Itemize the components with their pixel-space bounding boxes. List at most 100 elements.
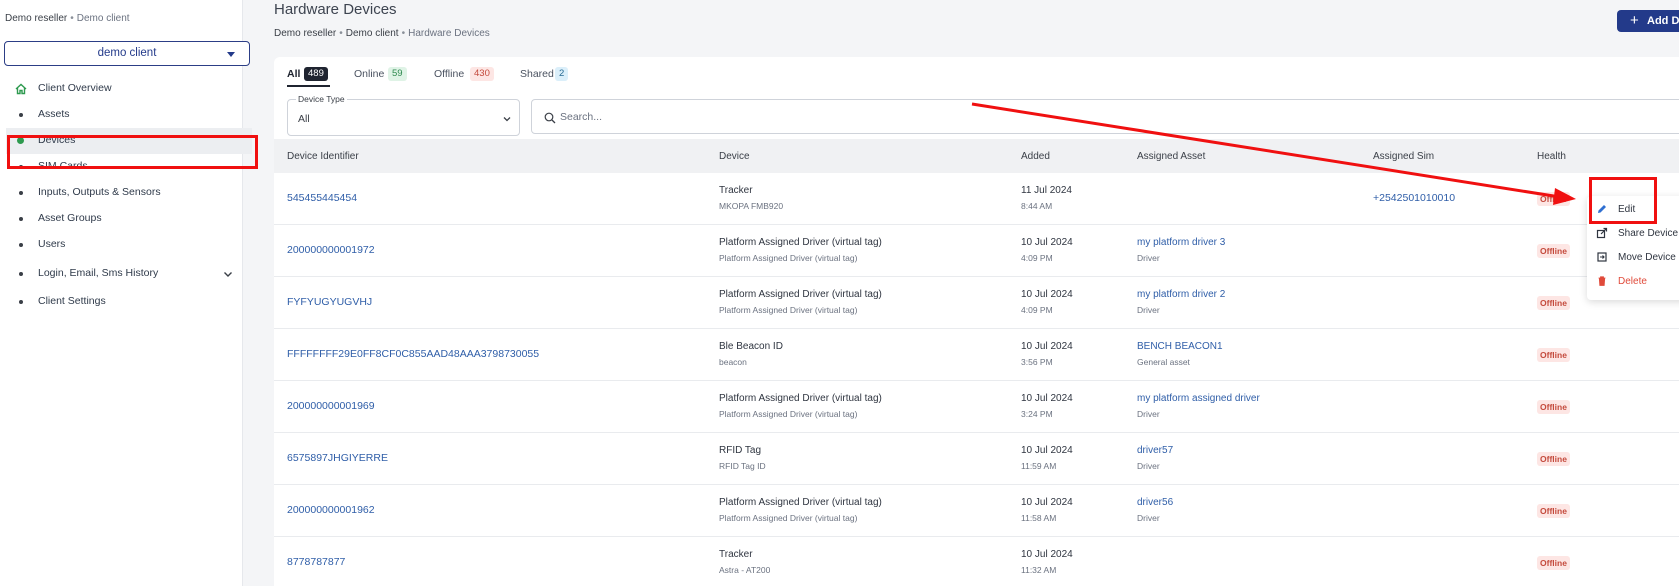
assigned-asset-link[interactable]: driver56 (1137, 497, 1173, 508)
sidebar-item-client-overview[interactable]: Client Overview (6, 76, 252, 102)
added-date: 10 Jul 2024 (1021, 497, 1073, 508)
menu-item-edit[interactable]: Edit (1587, 199, 1679, 221)
status-badge: Offline (1537, 556, 1570, 570)
breadcrumb-reseller[interactable]: Demo reseller (5, 13, 67, 24)
tab-offline[interactable]: Offline 430 (434, 65, 496, 83)
table-row[interactable]: 200000000001972 Platform Assigned Driver … (274, 225, 1679, 277)
breadcrumb-current: Hardware Devices (408, 28, 490, 39)
assigned-asset-link[interactable]: my platform driver 2 (1137, 289, 1225, 300)
tab-label: Shared (520, 68, 554, 80)
added-cell: 10 Jul 2024 11:59 AM (1021, 445, 1073, 471)
sidebar-item-label: Inputs, Outputs & Sensors (38, 186, 161, 198)
device-type-label: Device Type (296, 94, 347, 104)
tab-count-badge: 2 (555, 67, 569, 81)
breadcrumb-client[interactable]: Demo client (346, 28, 399, 39)
sidebar-item-assets[interactable]: Assets (6, 102, 252, 128)
status-badge: Offline (1537, 348, 1570, 362)
column-header-added[interactable]: Added (1021, 151, 1050, 162)
table-row[interactable]: 8778787877 Tracker Astra - AT200 10 Jul 202… (274, 537, 1679, 586)
column-header-assigned-asset[interactable]: Assigned Asset (1137, 151, 1205, 162)
device-type-select[interactable]: Device Type All (287, 94, 520, 136)
breadcrumb-client[interactable]: Demo client (77, 13, 130, 24)
tab-count-badge: 489 (304, 67, 328, 81)
tab-count-badge: 59 (388, 67, 407, 81)
sidebar-item-client-settings[interactable]: Client Settings (6, 289, 252, 315)
menu-item-label: Move Device (1618, 252, 1676, 263)
column-header-device[interactable]: Device (719, 151, 750, 162)
device-type: Platform Assigned Driver (virtual tag) (719, 289, 882, 300)
sidebar-item-label: Asset Groups (38, 212, 102, 224)
assigned-asset-cell: driver56 Driver (1137, 497, 1173, 523)
device-identifier-link[interactable]: 200000000001969 (287, 400, 375, 412)
assigned-asset-cell: my platform driver 2 Driver (1137, 289, 1225, 315)
added-cell: 10 Jul 2024 4:09 PM (1021, 237, 1073, 263)
bullet-icon (19, 300, 23, 304)
assigned-asset-type: General asset (1137, 357, 1190, 367)
table-header: Device Identifier Device Added Assigned … (274, 139, 1679, 173)
status-badge: Offline (1537, 244, 1570, 258)
assigned-asset-link[interactable]: my platform driver 3 (1137, 237, 1225, 248)
sidebar-item-label: Users (38, 238, 66, 250)
device-identifier-link[interactable]: 8778787877 (287, 556, 345, 568)
table-row[interactable]: 200000000001969 Platform Assigned Driver … (274, 381, 1679, 433)
menu-item-label: Delete (1618, 276, 1647, 287)
menu-item-move-device[interactable]: Move Device (1587, 247, 1679, 269)
added-cell: 10 Jul 2024 3:24 PM (1021, 393, 1073, 419)
device-type-value: All (298, 113, 310, 125)
added-date: 10 Jul 2024 (1021, 393, 1073, 404)
assigned-sim-link[interactable]: +2542501010010 (1373, 192, 1455, 204)
device-identifier-link[interactable]: 545455445454 (287, 192, 357, 204)
device-cell: Platform Assigned Driver (virtual tag) Pl… (719, 237, 882, 263)
device-identifier-link[interactable]: FFFFFFFF29E0FF8CF0C855AAD48AAA3798730055 (287, 348, 539, 360)
status-badge: Offline (1537, 192, 1570, 206)
column-header-health[interactable]: Health (1537, 151, 1566, 162)
sidebar: Demo reseller • Demo client demo client Cl… (0, 0, 252, 586)
device-identifier-link[interactable]: 6575897JHGIYERRE (287, 452, 388, 464)
client-select[interactable]: demo client (4, 41, 250, 66)
table-row[interactable]: FYFYUGYUGVHJ Platform Assigned Driver (vi… (274, 277, 1679, 329)
device-identifier-link[interactable]: FYFYUGYUGVHJ (287, 296, 372, 308)
sidebar-item-devices[interactable]: Devices (6, 128, 252, 154)
bullet-icon (19, 165, 23, 169)
added-date: 10 Jul 2024 (1021, 549, 1073, 560)
menu-item-delete[interactable]: Delete (1587, 271, 1679, 293)
sidebar-item-asset-groups[interactable]: Asset Groups (6, 206, 252, 232)
row-actions-menu: Edit Share Device Move Device Delete (1587, 196, 1679, 300)
sidebar-item-users[interactable]: Users (6, 232, 252, 258)
sidebar-item-label: Client Settings (38, 295, 106, 307)
device-model: Platform Assigned Driver (virtual tag) (719, 305, 858, 315)
table-row[interactable]: 545455445454 Tracker MKOPA FMB920 11 Jul 20… (274, 173, 1679, 225)
assigned-asset-link[interactable]: driver57 (1137, 445, 1173, 456)
column-header-device-identifier[interactable]: Device Identifier (287, 151, 359, 162)
assigned-asset-type: Driver (1137, 409, 1160, 419)
menu-item-share-device[interactable]: Share Device (1587, 223, 1679, 245)
chevron-down-icon[interactable] (222, 268, 234, 280)
device-identifier-link[interactable]: 200000000001962 (287, 504, 375, 516)
table-row[interactable]: FFFFFFFF29E0FF8CF0C855AAD48AAA3798730055… (274, 329, 1679, 381)
add-device-button[interactable]: + Add De (1617, 10, 1679, 32)
added-date: 10 Jul 2024 (1021, 341, 1073, 352)
added-cell: 10 Jul 2024 4:09 PM (1021, 289, 1073, 315)
tab-shared[interactable]: Shared 2 (520, 65, 575, 83)
breadcrumb-reseller[interactable]: Demo reseller (274, 28, 336, 39)
device-type: Tracker (719, 549, 753, 560)
table-row[interactable]: 6575897JHGIYERRE RFID Tag RFID Tag ID 10 Ju… (274, 433, 1679, 485)
status-badge: Offline (1537, 400, 1570, 414)
sidebar-item-sim-cards[interactable]: SIM Cards (6, 154, 252, 180)
added-time: 8:44 AM (1021, 201, 1053, 211)
assigned-asset-link[interactable]: my platform assigned driver (1137, 393, 1260, 404)
tab-label: All (287, 68, 301, 80)
column-header-assigned-sim[interactable]: Assigned Sim (1373, 151, 1434, 162)
device-model: Platform Assigned Driver (virtual tag) (719, 409, 858, 419)
device-cell: Ble Beacon ID beacon (719, 341, 783, 367)
assigned-asset-link[interactable]: BENCH BEACON1 (1137, 341, 1223, 352)
device-model: Astra - AT200 (719, 565, 771, 575)
sidebar-item-inputs-outputs-sensors[interactable]: Inputs, Outputs & Sensors (6, 180, 252, 206)
table-row[interactable]: 200000000001962 Platform Assigned Driver … (274, 485, 1679, 537)
device-identifier-link[interactable]: 200000000001972 (287, 244, 375, 256)
sidebar-item-login-history[interactable]: Login, Email, Sms History (6, 261, 252, 287)
tab-all[interactable]: All 489 (287, 65, 332, 87)
tab-online[interactable]: Online 59 (354, 65, 409, 83)
assigned-asset-type: Driver (1137, 305, 1160, 315)
search-input[interactable] (560, 108, 1160, 126)
